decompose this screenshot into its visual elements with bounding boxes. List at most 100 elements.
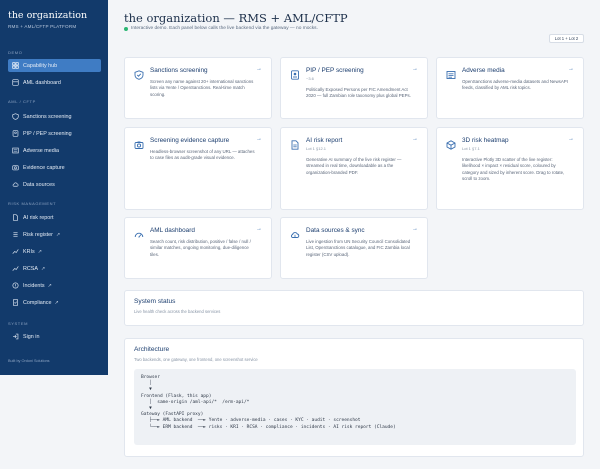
section-label-demo: DEMO	[8, 50, 23, 55]
sidebar-item-evidence-capture[interactable]: Evidence capture	[8, 161, 101, 174]
sidebar-item-incidents[interactable]: Incidents ↗	[8, 279, 101, 292]
arrow-right-icon: →	[256, 66, 262, 72]
shield-icon	[134, 67, 144, 80]
sidebar-item-adverse-media[interactable]: Adverse media	[8, 144, 101, 157]
lot-badge: Lot 1 + Lot 2	[549, 34, 584, 43]
alert-icon	[12, 282, 19, 289]
arrow-right-icon: →	[412, 66, 418, 72]
camera-icon	[12, 164, 19, 171]
sidebar-item-label: Capability hub	[23, 62, 58, 69]
external-link-icon: ↗	[37, 248, 42, 255]
newspaper-icon	[12, 147, 19, 154]
system-status-title: System status	[134, 298, 176, 305]
arrow-right-icon: →	[412, 226, 418, 232]
card-description: Search count, risk distribution, positiv…	[150, 239, 251, 257]
brand-title: the organization	[8, 10, 88, 21]
cloud-icon	[290, 227, 300, 238]
external-link-icon: ↗	[54, 299, 59, 306]
external-link-icon: ↗	[47, 282, 52, 289]
card-title: AI risk report	[306, 137, 343, 144]
architecture-subtitle: Two backends, one gateway, one frontend,…	[134, 357, 258, 362]
list-icon	[12, 231, 19, 238]
sidebar-item-label: Incidents	[23, 282, 45, 289]
sidebar-item-label: AI risk report	[23, 214, 54, 221]
check-doc-icon	[12, 299, 19, 306]
card-title: PIP / PEP screening	[306, 67, 364, 74]
shield-icon	[12, 113, 19, 120]
card-title: 3D risk heatmap	[462, 137, 509, 144]
dashboard-icon	[134, 227, 144, 238]
sidebar-item-label: RCSA	[23, 265, 38, 272]
card-description: Live ingestion from UN Security Council …	[306, 239, 411, 257]
newspaper-icon	[446, 67, 456, 79]
card-title: AML dashboard	[150, 227, 195, 234]
architecture-diagram: Browser │ ▼ Frontend (Flask, this app) │…	[134, 369, 576, 445]
dashboard-icon	[12, 79, 19, 86]
card-meta: Lot 1 §12.1	[306, 146, 327, 151]
sidebar-item-label: KRIs	[23, 248, 35, 255]
system-status-panel: System status Live health check across t…	[124, 290, 584, 326]
live-status-dot	[124, 26, 128, 31]
chart-icon	[12, 248, 19, 255]
external-link-icon: ↗	[40, 265, 46, 272]
card-description: Interactive Plotly 3D scatter of the liv…	[462, 157, 565, 182]
external-link-icon: ↗	[55, 231, 61, 238]
section-label-system: SYSTEM	[8, 321, 29, 326]
sidebar-item-label: Compliance	[23, 299, 52, 306]
camera-icon	[134, 137, 144, 149]
card-title: Screening evidence capture	[150, 137, 230, 144]
sidebar-item-label: PIP / PEP screening	[23, 130, 72, 137]
document-icon	[12, 214, 19, 221]
card-description: Headless-browser screenshot of any URL —…	[150, 149, 255, 161]
sidebar-item-pip-pep-screening[interactable]: PIP / PEP screening	[8, 127, 101, 140]
arrow-right-icon: →	[256, 226, 262, 232]
sidebar: the organization RMS + AML/CFTP PLATFORM…	[0, 0, 108, 375]
architecture-panel: Architecture Two backends, one gateway, …	[124, 338, 584, 457]
card-description: Generative AI summary of the live risk r…	[306, 157, 402, 175]
card-pip-pep-screening[interactable]: PIP / PEP screening ~3.6 Politically Exp…	[280, 57, 428, 119]
page-title: the organization — RMS + AML/CFTP	[124, 11, 348, 25]
sidebar-item-sanctions-screening[interactable]: Sanctions screening	[8, 110, 101, 123]
sidebar-item-label: Adverse media	[23, 147, 59, 154]
sidebar-item-aml-dashboard[interactable]: AML dashboard	[8, 76, 101, 89]
sidebar-item-capability-hub[interactable]: Capability hub	[8, 59, 101, 72]
sidebar-item-risk-register[interactable]: Risk register ↗	[8, 228, 101, 241]
architecture-title: Architecture	[134, 346, 170, 353]
card-aml-dashboard[interactable]: AML dashboard Search count, risk distrib…	[124, 217, 272, 279]
page-subtitle-text: Interactive demo. Each panel below calls…	[131, 26, 318, 31]
sidebar-item-kris[interactable]: KRIs ↗	[8, 245, 101, 258]
card-description: Screen any name against 20+ internationa…	[150, 79, 254, 97]
sidebar-item-label: Evidence capture	[23, 164, 65, 171]
sidebar-item-label: AML dashboard	[23, 79, 61, 86]
card-screening-evidence-capture[interactable]: Screening evidence capture Headless-brow…	[124, 127, 272, 210]
card-ai-risk-report[interactable]: AI risk report Lot 1 §12.1 Generative AI…	[280, 127, 428, 210]
card-3d-risk-heatmap[interactable]: 3D risk heatmap Lot 1 §7.1 Interactive P…	[436, 127, 584, 210]
system-status-subtitle: Live health check across the backend ser…	[134, 309, 221, 314]
page-subtitle: Interactive demo. Each panel below calls…	[124, 26, 318, 31]
id-card-icon	[290, 67, 300, 80]
arrow-right-icon: →	[568, 66, 574, 72]
card-adverse-media[interactable]: Adverse media OpenSanctions adverse-medi…	[436, 57, 584, 119]
card-title: Adverse media	[462, 67, 505, 74]
sidebar-item-label: Sign in	[23, 333, 40, 340]
section-label-risk: RISK MANAGEMENT	[8, 201, 57, 206]
sidebar-item-ai-risk-report[interactable]: AI risk report	[8, 211, 101, 224]
card-title: Sanctions screening	[150, 67, 208, 74]
sidebar-footer: Built by Ordoni Solutions	[8, 359, 50, 363]
sidebar-item-sign-in[interactable]: Sign in	[8, 330, 101, 343]
card-description: Politically Exposed Persons per FIC Amen…	[306, 87, 411, 99]
sidebar-item-compliance[interactable]: Compliance ↗	[8, 296, 101, 309]
cloud-icon	[12, 181, 19, 188]
sidebar-item-data-sources[interactable]: Data sources	[8, 178, 101, 191]
arrow-right-icon: →	[412, 136, 418, 142]
brand-subtitle: RMS + AML/CFTP PLATFORM	[8, 24, 77, 29]
card-data-sources-sync[interactable]: Data sources & sync Live ingestion from …	[280, 217, 428, 279]
cube-icon	[446, 137, 456, 150]
id-card-icon	[12, 130, 19, 137]
section-label-aml: AML / CFTP	[8, 99, 36, 104]
card-sanctions-screening[interactable]: Sanctions screening Screen any name agai…	[124, 57, 272, 119]
card-meta: ~3.6	[306, 76, 314, 81]
document-icon	[290, 137, 300, 150]
chart-icon	[12, 265, 19, 272]
sidebar-item-rcsa[interactable]: RCSA ↗	[8, 262, 101, 275]
